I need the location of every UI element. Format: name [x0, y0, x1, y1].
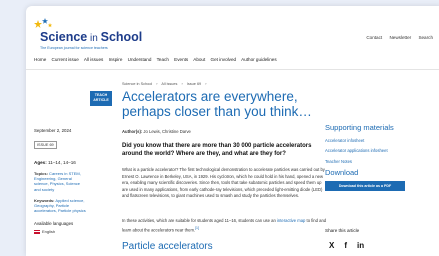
nav-inspire[interactable]: Inspire: [109, 57, 123, 62]
nav-home[interactable]: Home: [34, 57, 46, 62]
download-title: Download: [325, 167, 359, 177]
article-title: Accelerators are everywhere, perhaps clo…: [122, 89, 312, 119]
article-paragraph: What is a particle accelerator? The firs…: [122, 167, 325, 199]
authors-line: Author(s): Jo Lewis, Christine Darve: [122, 129, 191, 134]
nav-teach[interactable]: Teach: [157, 57, 169, 62]
ages-info: Ages: 11–14, 14–16: [34, 160, 76, 165]
supporting-sidebar: Supporting materials Accelerator infoshe…: [325, 123, 435, 191]
article-lead: Did you know that there are more than 30…: [122, 143, 312, 157]
nav-get-involved[interactable]: Get involved: [211, 57, 237, 62]
nav-current-issue[interactable]: Current issue: [52, 57, 79, 62]
reference-link[interactable]: [1]: [195, 226, 199, 230]
breadcrumb-separator: ›: [156, 82, 158, 86]
nav-understand[interactable]: Understand: [128, 57, 152, 62]
breadcrumb-all-issues[interactable]: All issues: [161, 82, 177, 86]
section-heading: Particle accelerators: [122, 241, 213, 252]
article-type-badge: TEACH ARTICLE: [90, 91, 112, 106]
nav-about[interactable]: About: [193, 57, 205, 62]
supporting-materials-title: Supporting materials: [325, 123, 394, 132]
language-english[interactable]: English: [34, 229, 86, 234]
breadcrumb: Science in School › All issues › Issue 6…: [122, 82, 210, 86]
available-languages-label: Available languages: [34, 221, 74, 227]
breadcrumb-separator: ›: [181, 82, 183, 86]
topics-info[interactable]: Topics: Careers in STEM, Engineering, Ge…: [34, 171, 86, 192]
brand-tagline: The European journal for science teacher…: [40, 46, 108, 50]
article-paragraph: In these activities, which are suitable …: [122, 218, 327, 232]
uk-flag-icon: [34, 229, 40, 234]
newsletter-link[interactable]: Newsletter: [389, 35, 411, 40]
nav-author-guidelines[interactable]: Author guidelines: [241, 57, 277, 62]
publish-date: September 2, 2024: [34, 128, 72, 133]
article-meta-sidebar: September 2, 2024 ISSUE 69 Ages: 11–14, …: [34, 128, 86, 234]
article-page: Science in School The European journal f…: [26, 6, 439, 256]
interactive-map-link[interactable]: interactive map: [277, 218, 305, 223]
nav-all-issues[interactable]: All issues: [84, 57, 103, 62]
teacher-notes-link[interactable]: Teacher Notes: [325, 159, 435, 164]
search-link[interactable]: Search: [418, 35, 433, 40]
applications-infosheet-link[interactable]: Accelerator applications infosheet: [325, 148, 435, 153]
contact-link[interactable]: Contact: [366, 35, 382, 40]
share-title: Share this article: [325, 228, 360, 233]
main-nav: Home Current issue All issues Inspire Un…: [34, 57, 281, 62]
breadcrumb-separator: ›: [205, 82, 207, 86]
nav-divider: [26, 69, 439, 70]
nav-events[interactable]: Events: [174, 57, 188, 62]
download-pdf-button[interactable]: Download this article as a PDF: [325, 180, 405, 191]
accelerator-infosheet-link[interactable]: Accelerator infosheet: [325, 138, 435, 143]
keywords-info[interactable]: Keywords: Applied science, Geography, Pa…: [34, 198, 86, 214]
breadcrumb-home[interactable]: Science in School: [122, 82, 152, 86]
breadcrumb-issue[interactable]: Issue 69: [187, 82, 201, 86]
brand-name: Science in School: [40, 30, 143, 44]
top-links: Contact Newsletter Search: [360, 35, 433, 40]
issue-badge[interactable]: ISSUE 69: [34, 141, 57, 149]
